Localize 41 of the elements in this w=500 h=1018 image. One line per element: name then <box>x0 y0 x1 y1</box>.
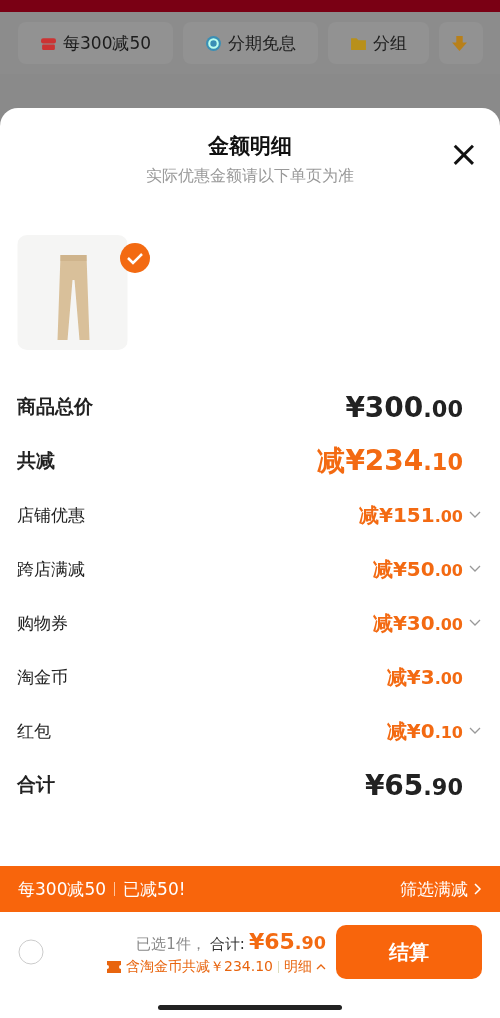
filter-chip[interactable]: 分组 <box>328 22 430 64</box>
row-label: 购物券 <box>17 611 69 635</box>
details-link[interactable]: 明细 <box>284 957 326 976</box>
amount-value: 减¥30.00 <box>372 609 463 637</box>
chevron-down-icon[interactable] <box>469 565 481 573</box>
row-label: 跨店满减 <box>17 557 86 581</box>
amount-value: 减¥151.00 <box>359 501 463 529</box>
promo-rule: 每300减50 <box>18 877 107 901</box>
chevron-down-icon[interactable] <box>469 511 481 519</box>
sheet-subtitle: 实际优惠金额请以下单页为准 <box>146 166 354 187</box>
amount-value: ¥65.90 <box>364 768 463 802</box>
checkout-button[interactable]: 结算 <box>336 925 482 979</box>
chevron-up-icon <box>316 963 326 970</box>
chevron-down-icon[interactable] <box>469 619 481 627</box>
sheet-title: 金额明细 <box>208 133 292 160</box>
selected-count: 已选1件， <box>136 934 206 954</box>
row-label: 店铺优惠 <box>17 503 86 527</box>
select-all-radio[interactable] <box>18 939 44 965</box>
chevron-right-icon <box>474 883 482 895</box>
total-label: 合计: <box>209 934 245 954</box>
row-label: 淘金币 <box>17 665 69 689</box>
row-label: 共减 <box>17 448 56 473</box>
checkmark-icon[interactable] <box>120 243 150 273</box>
row-label: 合计 <box>17 772 56 797</box>
chevron-down-icon[interactable] <box>469 727 481 735</box>
filter-chip[interactable]: 分期免息 <box>183 22 319 64</box>
amount-value: 减¥234.10 <box>317 443 463 479</box>
savings-text: 含淘金币共减￥234.10 <box>126 957 273 976</box>
coin-icon <box>205 34 223 52</box>
promo-status: 已减50! <box>123 877 186 901</box>
close-button[interactable]: × <box>444 138 483 170</box>
row-label: 红包 <box>17 719 52 743</box>
amount-value: 减¥0.10 <box>386 717 463 745</box>
amount-value: 减¥50.00 <box>372 555 463 583</box>
filter-chip[interactable]: 每300减50 <box>18 22 174 64</box>
download-icon <box>451 34 469 52</box>
row-label: 商品总价 <box>17 394 94 419</box>
amount-value: ¥300.00 <box>345 390 463 424</box>
amount-value: 减¥3.00 <box>386 663 463 691</box>
total-amount: ¥65.90 <box>248 928 326 954</box>
filter-link[interactable]: 筛选满减 <box>400 877 482 901</box>
